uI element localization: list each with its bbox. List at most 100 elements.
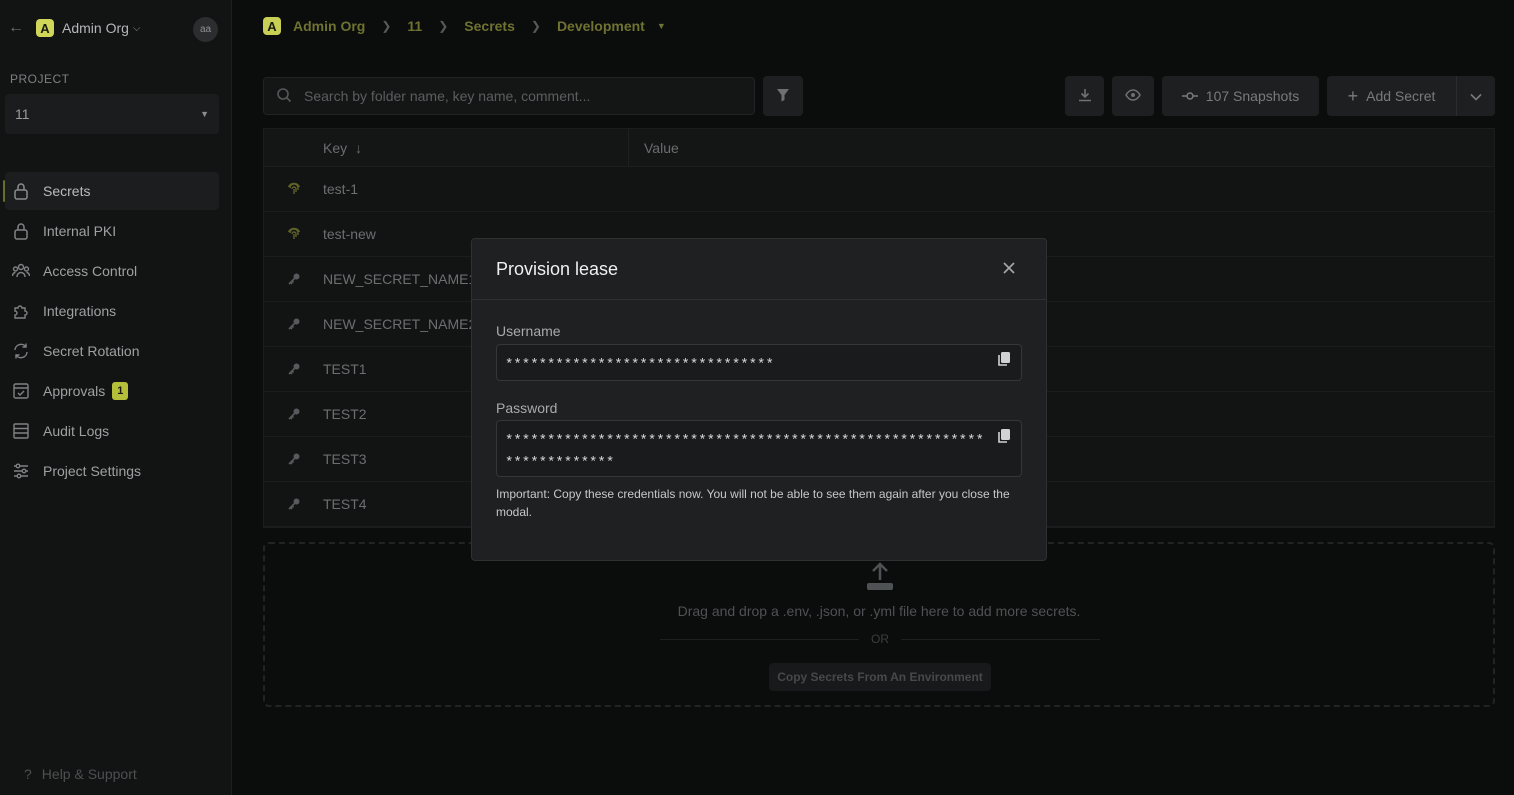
password-field[interactable]: ****************************************… (496, 420, 1022, 477)
breadcrumb: A Admin Org ❯ 11 ❯ Secrets ❯ Development… (263, 16, 666, 36)
column-header-value: Value (644, 139, 679, 156)
secret-key-name[interactable]: NEW_SECRET_NAME2 (323, 316, 476, 332)
breadcrumb-environment[interactable]: Development (557, 18, 645, 34)
secret-key-name[interactable]: test-new (323, 226, 376, 242)
snapshots-button[interactable]: 107 Snapshots (1162, 76, 1319, 116)
dropzone-text: Drag and drop a .env, .json, or .yml fil… (677, 603, 1081, 619)
sidebar-item-label: Secrets (43, 183, 91, 199)
or-label: OR (871, 632, 889, 646)
username-value: ******************************** (505, 357, 774, 373)
help-support-link[interactable]: ? Help & Support (24, 766, 137, 782)
caret-down-icon: ▼ (200, 109, 209, 119)
fingerprint-icon (264, 227, 323, 241)
add-secret-group: + Add Secret (1327, 76, 1495, 116)
lock-icon (12, 222, 30, 240)
org-switcher[interactable]: ← A Admin Org ⌵ (8, 14, 224, 42)
password-label: Password (496, 400, 558, 416)
breadcrumb-org[interactable]: Admin Org (293, 18, 365, 34)
help-label: Help & Support (41, 766, 137, 782)
filter-button[interactable] (763, 76, 803, 116)
download-button[interactable] (1065, 76, 1104, 116)
org-badge: A (263, 17, 281, 35)
sidebar-item-access-control[interactable]: Access Control (5, 252, 219, 290)
modal-important-note: Important: Copy these credentials now. Y… (496, 487, 1010, 519)
plus-icon: + (1347, 85, 1359, 106)
dropzone-or: OR (660, 632, 1100, 646)
key-icon (264, 497, 323, 511)
chevron-down-icon[interactable]: ⌵ (133, 23, 141, 34)
sidebar-item-label: Integrations (43, 303, 117, 319)
fingerprint-icon (264, 182, 323, 196)
reveal-values-button[interactable] (1112, 76, 1154, 116)
key-icon (264, 272, 323, 286)
project-select[interactable]: 11 ▼ (5, 94, 219, 134)
sidebar-item-internal-pki[interactable]: Internal PKI (5, 212, 219, 250)
commit-icon (1181, 88, 1198, 104)
sidebar-item-integrations[interactable]: Integrations (5, 292, 219, 330)
sidebar-item-secrets[interactable]: Secrets (3, 172, 219, 210)
chevron-right-icon: ❯ (438, 19, 449, 33)
search-icon (276, 87, 292, 106)
org-name[interactable]: Admin Org (62, 20, 129, 36)
search-input[interactable] (304, 88, 724, 104)
checklist-icon (12, 382, 30, 400)
copy-username-icon[interactable] (997, 351, 1011, 370)
sidebar-item-label: Secret Rotation (43, 343, 140, 359)
username-field[interactable]: ******************************** (496, 344, 1022, 381)
column-header-key[interactable]: Key ↓ (264, 129, 629, 166)
puzzle-icon (12, 302, 30, 320)
app-root: ← A Admin Org ⌵ aa PROJECT 11 ▼ Secrets … (0, 0, 1514, 795)
sidebar-item-project-settings[interactable]: Project Settings (5, 452, 219, 490)
username-label: Username (496, 323, 561, 339)
password-value: ****************************************… (505, 433, 984, 471)
filter-icon (776, 88, 790, 105)
key-icon (264, 362, 323, 376)
avatar[interactable]: aa (193, 17, 218, 42)
secret-key-name[interactable]: TEST4 (323, 496, 367, 512)
breadcrumb-project[interactable]: 11 (407, 18, 422, 34)
copy-password-icon[interactable] (997, 428, 1011, 447)
key-icon (264, 317, 323, 331)
sidebar: ← A Admin Org ⌵ aa PROJECT 11 ▼ Secrets … (0, 0, 232, 795)
secret-key-name[interactable]: TEST1 (323, 361, 367, 377)
list-icon (12, 422, 30, 440)
sort-arrow-down-icon: ↓ (355, 139, 363, 156)
users-icon (12, 262, 30, 280)
sidebar-item-label: Audit Logs (43, 423, 110, 439)
table-row[interactable]: test-1 (264, 167, 1494, 212)
breadcrumb-section[interactable]: Secrets (464, 18, 515, 34)
sidebar-item-approvals[interactable]: Approvals 1 (5, 372, 219, 410)
caret-down-icon[interactable]: ▼ (657, 21, 666, 31)
secret-key-name[interactable]: test-1 (323, 181, 358, 197)
secret-key-name[interactable]: TEST3 (323, 451, 367, 467)
secret-key-name[interactable]: NEW_SECRET_NAME1 (323, 271, 476, 287)
close-icon[interactable] (1000, 259, 1018, 277)
rotate-icon (12, 342, 30, 360)
secret-key-name[interactable]: TEST2 (323, 406, 367, 422)
add-secret-dropdown[interactable] (1457, 88, 1495, 104)
lock-icon (12, 182, 30, 200)
approvals-count-badge: 1 (112, 382, 129, 400)
sidebar-item-label: Project Settings (43, 463, 142, 479)
eye-icon (1125, 88, 1141, 104)
sidebar-item-audit-logs[interactable]: Audit Logs (5, 412, 219, 450)
snapshots-label: 107 Snapshots (1205, 88, 1300, 104)
sidebar-nav: Secrets Internal PKI Access Control Inte… (3, 172, 219, 492)
sidebar-item-secret-rotation[interactable]: Secret Rotation (5, 332, 219, 370)
chevron-right-icon: ❯ (381, 19, 392, 33)
download-icon (1078, 88, 1092, 105)
sidebar-item-label: Internal PKI (43, 223, 117, 239)
search-bar (263, 77, 755, 115)
sliders-icon (12, 462, 30, 480)
question-icon: ? (24, 766, 32, 782)
file-dropzone[interactable]: Drag and drop a .env, .json, or .yml fil… (263, 542, 1495, 707)
sidebar-item-label: Approvals (43, 383, 106, 399)
add-secret-button[interactable]: + Add Secret (1327, 76, 1457, 116)
add-secret-label: Add Secret (1366, 88, 1436, 104)
table-header: Key ↓ Value (264, 129, 1494, 167)
back-arrow-icon[interactable]: ← (8, 19, 28, 37)
upload-icon (865, 562, 895, 595)
copy-secrets-button[interactable]: Copy Secrets From An Environment (769, 663, 991, 691)
chevron-right-icon: ❯ (530, 19, 541, 33)
provision-lease-modal: Provision lease Username ***************… (471, 238, 1047, 561)
